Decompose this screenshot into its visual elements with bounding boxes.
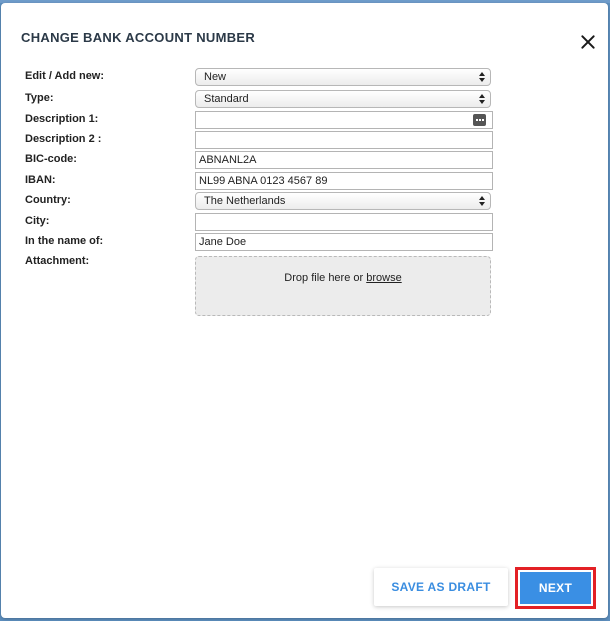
select-arrows-icon bbox=[479, 72, 485, 82]
type-label: Type: bbox=[25, 92, 54, 104]
attachment-label: Attachment: bbox=[25, 255, 90, 267]
country-select[interactable]: The Netherlands bbox=[195, 192, 491, 210]
browse-link[interactable]: browse bbox=[366, 272, 401, 284]
edit-add-new-label: Edit / Add new: bbox=[25, 70, 105, 82]
country-value: The Netherlands bbox=[204, 195, 286, 207]
city-input[interactable] bbox=[195, 213, 493, 231]
type-select[interactable]: Standard bbox=[195, 90, 491, 108]
in-the-name-of-input[interactable]: Jane Doe bbox=[195, 233, 493, 251]
more-dots-icon[interactable] bbox=[473, 114, 486, 126]
change-bank-account-dialog: CHANGE BANK ACCOUNT NUMBER Edit / Add ne… bbox=[1, 3, 608, 618]
country-label: Country: bbox=[25, 194, 71, 206]
type-value: Standard bbox=[204, 93, 249, 105]
edit-add-new-value: New bbox=[204, 71, 227, 83]
dialog-title: CHANGE BANK ACCOUNT NUMBER bbox=[21, 30, 256, 45]
next-button[interactable]: NEXT bbox=[520, 572, 591, 604]
iban-input[interactable]: NL99 ABNA 0123 4567 89 bbox=[195, 172, 493, 190]
dropzone-text: Drop file here or bbox=[284, 272, 367, 284]
edit-add-new-select[interactable]: New bbox=[195, 68, 491, 86]
close-icon[interactable] bbox=[577, 31, 599, 53]
in-the-name-of-label: In the name of: bbox=[25, 235, 104, 247]
next-button-highlight: NEXT bbox=[515, 567, 596, 609]
bic-code-label: BIC-code: bbox=[25, 153, 77, 165]
description-1-label: Description 1: bbox=[25, 113, 99, 125]
attachment-dropzone[interactable]: Drop file here or browse bbox=[195, 256, 491, 316]
save-as-draft-button[interactable]: SAVE AS DRAFT bbox=[374, 568, 508, 606]
description-1-input[interactable] bbox=[195, 111, 493, 129]
select-arrows-icon bbox=[479, 94, 485, 104]
iban-label: IBAN: bbox=[25, 174, 56, 186]
city-label: City: bbox=[25, 215, 50, 227]
description-2-label: Description 2 : bbox=[25, 133, 102, 145]
bic-code-input[interactable]: ABNANL2A bbox=[195, 151, 493, 169]
description-2-input[interactable] bbox=[195, 131, 493, 149]
select-arrows-icon bbox=[479, 196, 485, 206]
